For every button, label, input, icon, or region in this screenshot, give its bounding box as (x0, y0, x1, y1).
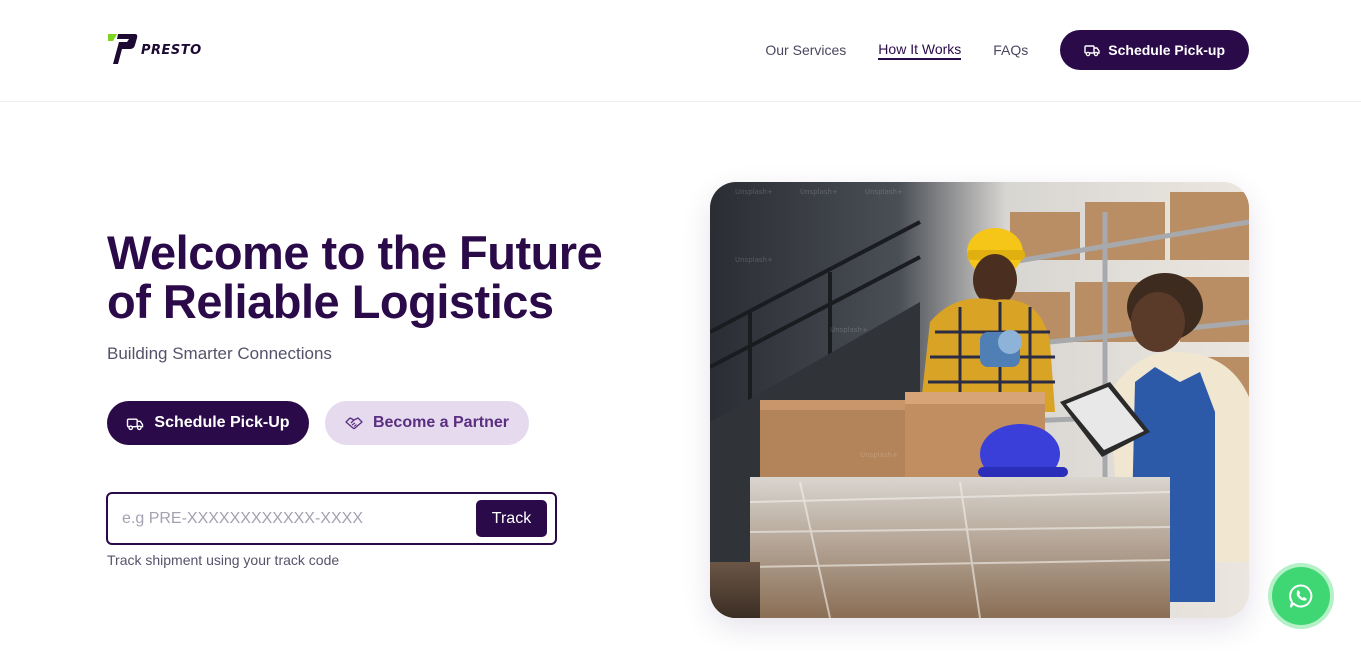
track-hint: Track shipment using your track code (107, 552, 340, 568)
track-button[interactable]: Track (476, 500, 547, 537)
schedule-pickup-nav-label: Schedule Pick-up (1108, 42, 1225, 58)
track-code-input[interactable] (122, 504, 462, 534)
hero-title-line-1: Welcome to the Future (107, 226, 603, 279)
hero-image: Unsplash+ Unsplash+ Unsplash+ Unsplash+ … (710, 182, 1249, 618)
watermark-text: Unsplash+ (735, 256, 773, 264)
tracking-form: Track (106, 492, 557, 545)
brand-logo[interactable]: PRESTO (107, 32, 202, 66)
whatsapp-icon (1289, 584, 1313, 608)
watermark-text: Unsplash+ (830, 326, 868, 334)
hero-subtitle: Building Smarter Connections (107, 344, 332, 363)
watermark-text: Unsplash+ (735, 188, 773, 196)
nav-link-our-services[interactable]: Our Services (765, 42, 846, 58)
presto-logo-icon (108, 34, 138, 64)
schedule-pickup-label: Schedule Pick-Up (154, 414, 290, 431)
truck-icon (1084, 45, 1100, 57)
nav-link-faqs[interactable]: FAQs (993, 42, 1028, 58)
watermark-text: Unsplash+ (800, 188, 838, 196)
warehouse-workers-illustration: Unsplash+ Unsplash+ Unsplash+ Unsplash+ … (710, 182, 1249, 618)
become-partner-button[interactable]: Become a Partner (325, 401, 529, 445)
handshake-icon (345, 417, 363, 430)
whatsapp-chat-button[interactable] (1268, 563, 1334, 629)
brand-name: PRESTO (141, 42, 202, 58)
nav-link-how-it-works[interactable]: How It Works (878, 41, 962, 60)
schedule-pickup-button[interactable]: Schedule Pick-Up (107, 401, 309, 445)
schedule-pickup-nav-button[interactable]: Schedule Pick-up (1060, 30, 1249, 70)
hero-title-line-2: of Reliable Logistics (107, 275, 554, 328)
watermark-text: Unsplash+ (865, 188, 903, 196)
truck-icon (127, 418, 144, 430)
become-partner-label: Become a Partner (372, 414, 510, 431)
watermark-text: Unsplash+ (860, 451, 898, 459)
whatsapp-button-inner (1272, 567, 1330, 625)
site-header: PRESTO Our Services How It Works FAQs Sc… (0, 0, 1361, 102)
hero-title: Welcome to the Future of Reliable Logist… (107, 228, 627, 326)
main-nav: Our Services How It Works FAQs Schedule … (765, 30, 1249, 70)
